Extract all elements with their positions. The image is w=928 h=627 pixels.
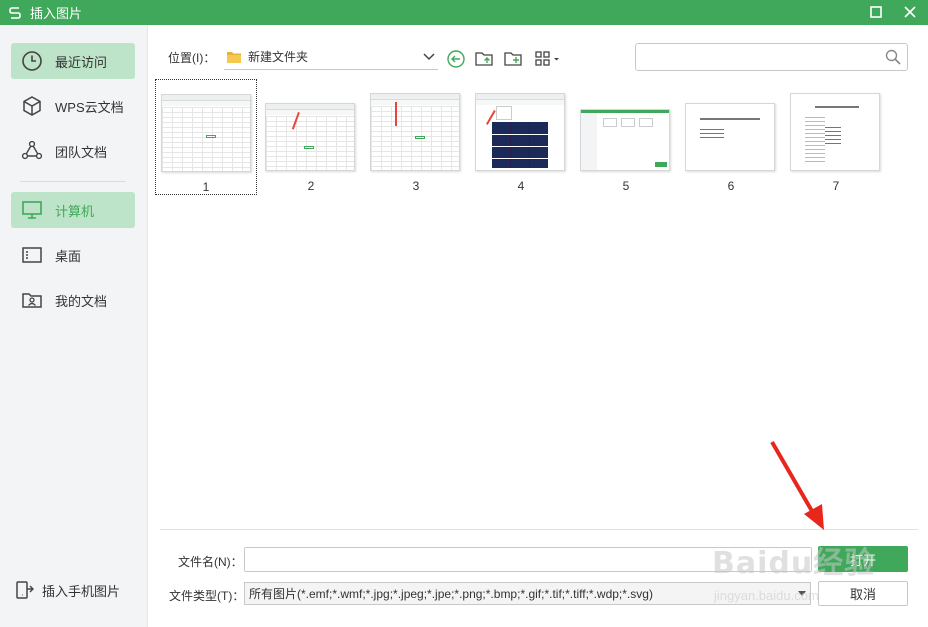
- image-thumbnail-4[interactable]: 4: [470, 79, 572, 195]
- new-folder-icon: [504, 52, 522, 66]
- sidebar-item-desktop[interactable]: 桌面: [11, 237, 135, 273]
- sidebar-item-recent[interactable]: 最近访问: [11, 43, 135, 79]
- sidebar-item-wps-cloud[interactable]: WPS云文档: [11, 88, 135, 124]
- my-documents-icon: [21, 289, 43, 311]
- view-mode-button[interactable]: [533, 48, 563, 70]
- thumbnail-caption: 5: [622, 179, 630, 193]
- window-title: 插入图片: [30, 6, 83, 21]
- sidebar-item-label: 我的文档: [55, 293, 108, 309]
- grid-view-icon: [535, 51, 559, 66]
- search-field[interactable]: [635, 43, 908, 71]
- filename-label: 文件名(N)：: [178, 555, 243, 569]
- thumbnail-caption: 7: [832, 179, 840, 193]
- sidebar-divider: [20, 181, 126, 182]
- folder-up-icon: [475, 52, 493, 66]
- back-button[interactable]: [445, 48, 467, 70]
- maximize-button[interactable]: [866, 3, 886, 21]
- thumbnail-image: [265, 103, 355, 171]
- maximize-icon: [870, 6, 882, 18]
- sidebar-item-label: 计算机: [55, 203, 95, 219]
- image-thumbnail-2[interactable]: 2: [260, 79, 362, 195]
- chevron-down-icon: [422, 50, 436, 64]
- image-thumbnail-6[interactable]: 6: [680, 79, 782, 195]
- insert-phone-image-button[interactable]: 插入手机图片: [14, 580, 120, 600]
- sidebar-item-label: 最近访问: [55, 54, 108, 70]
- location-dropdown[interactable]: 新建文件夹: [224, 44, 438, 70]
- folder-icon: [227, 51, 241, 63]
- image-thumbnail-1[interactable]: 1: [155, 79, 257, 195]
- thumbnail-image: [685, 103, 775, 171]
- new-folder-button[interactable]: [502, 48, 524, 70]
- sidebar-item-label: 团队文档: [55, 144, 108, 160]
- insert-phone-image-label: 插入手机图片: [42, 583, 121, 599]
- back-arrow-icon: [447, 50, 465, 68]
- thumbnail-image: [580, 109, 670, 171]
- thumbnail-caption: 1: [202, 180, 210, 194]
- clock-icon: [21, 50, 43, 72]
- close-button[interactable]: [900, 3, 920, 21]
- watermark-text: Baidu经验: [712, 546, 876, 581]
- search-input[interactable]: [636, 44, 876, 70]
- monitor-icon: [21, 199, 43, 221]
- close-icon: [904, 6, 916, 18]
- thumbnail-image: [475, 93, 565, 171]
- sidebar-item-label: 桌面: [55, 248, 82, 264]
- image-thumbnail-5[interactable]: 5: [575, 79, 677, 195]
- sidebar-item-computer[interactable]: 计算机: [11, 192, 135, 228]
- location-label: 位置(I)：: [168, 51, 216, 65]
- sidebar-item-my-documents[interactable]: 我的文档: [11, 282, 135, 318]
- cube-icon: [21, 95, 43, 117]
- sidebar: 最近访问 WPS云文档 团队文档 计算机 桌面 我的文档 插入手机图片: [0, 25, 148, 627]
- sidebar-item-label: WPS云文档: [55, 99, 124, 115]
- sidebar-item-team-docs[interactable]: 团队文档: [11, 133, 135, 169]
- desktop-icon: [21, 244, 43, 266]
- annotation-arrow-icon: [770, 440, 824, 530]
- thumbnail-image: [370, 93, 460, 171]
- title-bar: 插入图片: [0, 0, 928, 25]
- watermark-url: jingyan.baidu.com: [714, 588, 819, 603]
- thumbnail-caption: 2: [307, 179, 315, 193]
- search-icon[interactable]: [885, 49, 901, 65]
- baidu-watermark: Baidu经验 jingyan.baidu.com: [712, 538, 922, 610]
- image-thumbnail-3[interactable]: 3: [365, 79, 467, 195]
- wps-logo-icon: [9, 6, 21, 19]
- thumbnail-image: [790, 93, 880, 171]
- location-value: 新建文件夹: [248, 50, 309, 64]
- up-folder-button[interactable]: [473, 48, 495, 70]
- thumbnail-caption: 4: [517, 179, 525, 193]
- thumbnail-caption: 6: [727, 179, 735, 193]
- thumbnail-image: [161, 94, 251, 172]
- thumbnail-caption: 3: [412, 179, 420, 193]
- filetype-label: 文件类型(T)：: [169, 589, 245, 603]
- team-icon: [21, 140, 43, 162]
- image-thumbnail-7[interactable]: 7: [785, 79, 887, 195]
- phone-image-icon: [14, 580, 34, 600]
